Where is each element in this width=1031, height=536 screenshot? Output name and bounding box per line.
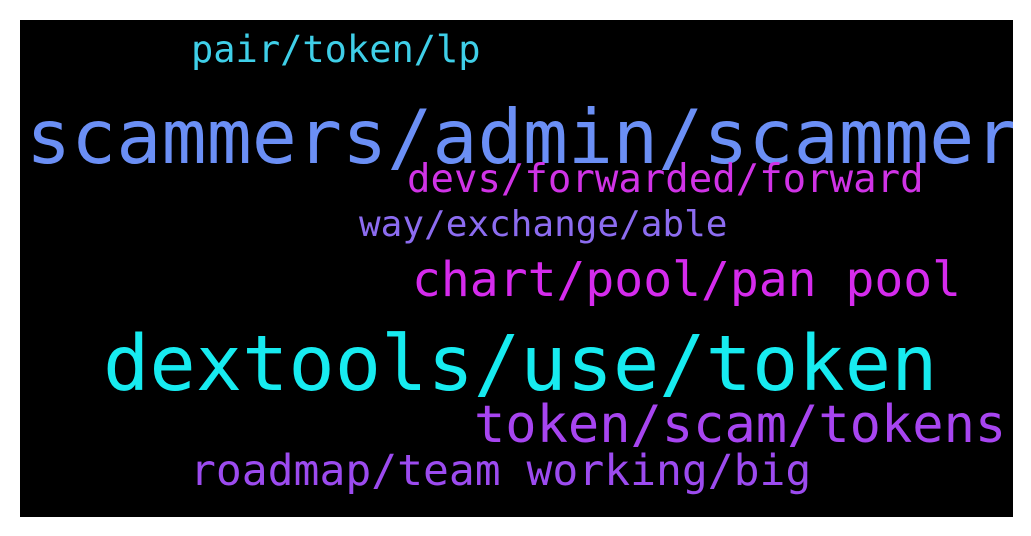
word-pair-token-lp: pair/token/lp [191, 28, 481, 71]
word-devs-forwarded-forward: devs/forwarded/forward [407, 157, 924, 202]
word-way-exchange-able: way/exchange/able [359, 204, 728, 245]
word-dextools-use-token: dextools/use/token [103, 320, 938, 409]
word-cloud: pair/token/lp scammers/admin/scammer dev… [20, 20, 1013, 517]
word-token-scam-tokens: token/scam/tokens [474, 395, 1007, 455]
word-chart-pool-pan-pool: chart/pool/pan pool [412, 252, 962, 308]
word-roadmap-team-working-big: roadmap/team working/big [190, 446, 812, 496]
